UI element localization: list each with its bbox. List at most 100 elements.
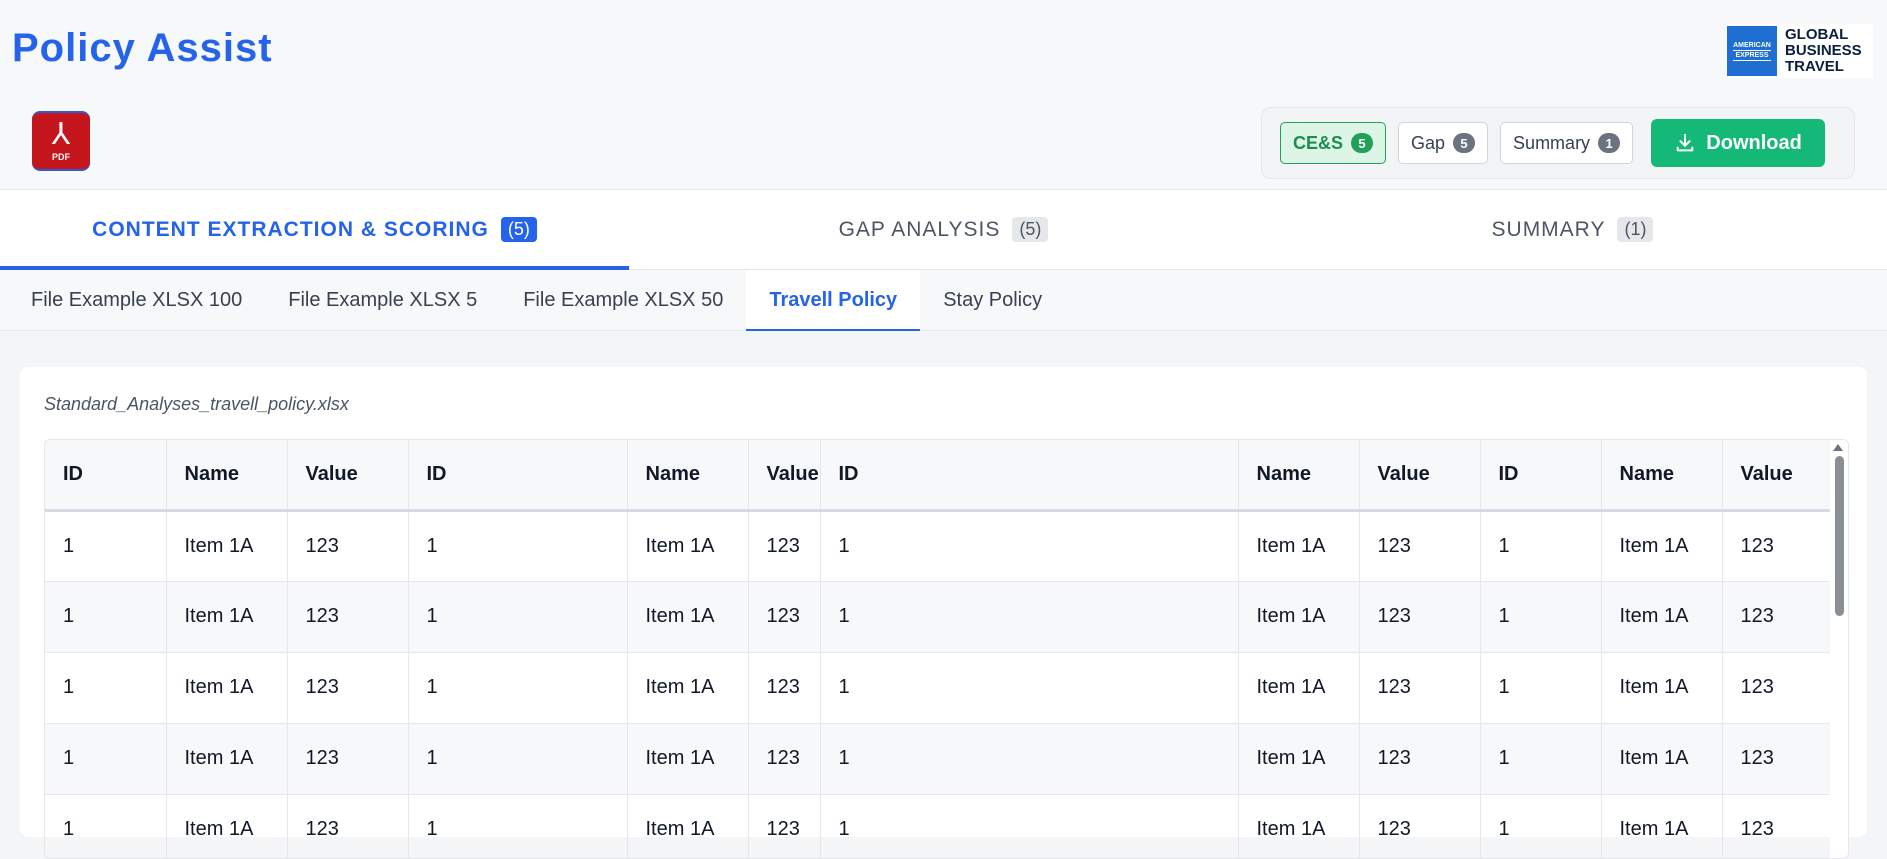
file-tab-xlsx-50[interactable]: File Example XLSX 50 — [500, 270, 746, 330]
table-cell: 123 — [287, 723, 409, 795]
table-cell: 123 — [1359, 652, 1481, 724]
file-name: Standard_Analyses_travell_policy.xlsx — [44, 394, 349, 414]
download-icon — [1676, 133, 1694, 152]
table-cell: Item 1A — [166, 794, 288, 858]
summary-filter-button[interactable]: Summary 1 — [1500, 122, 1634, 164]
scroll-up-arrow-icon[interactable] — [1833, 444, 1843, 451]
column-header[interactable]: Name — [627, 440, 749, 512]
table-cell: 123 — [287, 652, 409, 724]
table-cell: Item 1A — [627, 794, 749, 858]
acrobat-icon: ⅄ — [51, 117, 71, 152]
table-cell: 1 — [820, 581, 1239, 653]
table-cell: Item 1A — [166, 510, 288, 582]
table-cell: 1 — [1480, 794, 1602, 858]
column-header[interactable]: Value — [748, 440, 821, 512]
column-header[interactable]: Value — [1359, 440, 1481, 512]
data-table: ID Name Value ID Name Value ID Name Valu… — [45, 440, 1830, 858]
brand-line3: TRAVEL — [1785, 58, 1844, 75]
ces-filter-button[interactable]: CE&S 5 — [1280, 122, 1387, 164]
table-cell: Item 1A — [1238, 652, 1360, 724]
column-header[interactable]: ID — [820, 440, 1239, 512]
brand-line2: BUSINESS — [1785, 42, 1862, 59]
table-cell: Item 1A — [1238, 581, 1360, 653]
table-cell: 123 — [1359, 723, 1481, 795]
table-cell: Item 1A — [1238, 723, 1360, 795]
table-row[interactable]: 1 Item 1A 123 1 Item 1A 123 1 Item 1A 123 1 Item 1… — [45, 794, 1830, 858]
table-cell: Item 1A — [627, 723, 749, 795]
table-row[interactable]: 1 Item 1A 123 1 Item 1A 123 1 Item 1A 123 1 Item 1… — [45, 652, 1830, 724]
table-cell: 1 — [408, 581, 628, 653]
table-cell: 1 — [820, 510, 1239, 582]
table-body: 1 Item 1A 123 1 Item 1A 123 1 Item 1A 123 1 Item 1… — [45, 510, 1830, 858]
brand-logo: AMERICAN EXPRESS GLOBAL BUSINESS TRAVEL — [1727, 24, 1873, 78]
table-cell: 1 — [45, 652, 167, 724]
tab-label: CONTENT EXTRACTION & SCORING — [92, 217, 489, 241]
file-tab-stay-policy[interactable]: Stay Policy — [920, 270, 1065, 330]
download-button[interactable]: Download — [1651, 119, 1826, 167]
gap-count-badge: 5 — [1453, 133, 1476, 153]
table-cell: 123 — [1722, 652, 1830, 724]
table-cell: 123 — [748, 581, 821, 653]
table-cell: 1 — [1480, 652, 1602, 724]
column-header[interactable]: Value — [287, 440, 409, 512]
file-tab-xlsx-5[interactable]: File Example XLSX 5 — [265, 270, 500, 330]
table-cell: 1 — [408, 723, 628, 795]
table-cell: 1 — [820, 723, 1239, 795]
table-cell: 1 — [408, 794, 628, 858]
table-cell: 123 — [748, 723, 821, 795]
pdf-file-icon[interactable]: ⅄ PDF — [32, 111, 90, 171]
table-row[interactable]: 1 Item 1A 123 1 Item 1A 123 1 Item 1A 123 1 Item 1… — [45, 723, 1830, 795]
file-tab-xlsx-100[interactable]: File Example XLSX 100 — [8, 270, 265, 330]
table-cell: Item 1A — [1601, 510, 1723, 582]
download-label: Download — [1706, 131, 1802, 154]
table-cell: 123 — [1722, 581, 1830, 653]
table-cell: 123 — [1722, 723, 1830, 795]
scrollbar-thumb[interactable] — [1835, 456, 1844, 616]
table-cell: Item 1A — [1601, 794, 1723, 858]
content-card: Standard_Analyses_travell_policy.xlsx ID… — [20, 367, 1867, 859]
tab-content-extraction[interactable]: CONTENT EXTRACTION & SCORING (5) — [0, 190, 629, 270]
table-header-row: ID Name Value ID Name Value ID Name Valu… — [45, 440, 1830, 512]
action-panel: CE&S 5 Gap 5 Summary 1 Download — [1261, 107, 1855, 179]
table-cell: 123 — [748, 510, 821, 582]
table-cell: Item 1A — [166, 581, 288, 653]
tab-gap-analysis[interactable]: GAP ANALYSIS (5) — [629, 190, 1258, 269]
table-cell: 1 — [45, 723, 167, 795]
column-header[interactable]: Value — [1722, 440, 1830, 512]
tab-count-badge: (5) — [500, 217, 537, 242]
ces-count-badge: 5 — [1351, 133, 1374, 153]
table-cell: 1 — [45, 794, 167, 858]
table-cell: 1 — [1480, 510, 1602, 582]
file-tabs: File Example XLSX 100 File Example XLSX … — [0, 270, 1887, 331]
summary-count-badge: 1 — [1598, 133, 1621, 153]
table-cell: 123 — [1359, 510, 1481, 582]
table-row[interactable]: 1 Item 1A 123 1 Item 1A 123 1 Item 1A 123 1 Item 1… — [45, 581, 1830, 653]
vertical-scrollbar[interactable] — [1830, 440, 1848, 858]
table-row[interactable]: 1 Item 1A 123 1 Item 1A 123 1 Item 1A 123 1 Item 1… — [45, 510, 1830, 582]
table-cell: Item 1A — [166, 652, 288, 724]
column-header[interactable]: Name — [1601, 440, 1723, 512]
column-header[interactable]: ID — [408, 440, 628, 512]
summary-label: Summary — [1513, 132, 1591, 153]
table-cell: Item 1A — [1601, 723, 1723, 795]
column-header[interactable]: ID — [1480, 440, 1602, 512]
table-cell: 1 — [408, 652, 628, 724]
gap-filter-button[interactable]: Gap 5 — [1398, 122, 1489, 164]
column-header[interactable]: Name — [166, 440, 288, 512]
column-header[interactable]: ID — [45, 440, 167, 512]
brand-mark-line1: AMERICAN — [1733, 42, 1771, 49]
table-cell: 1 — [820, 794, 1239, 858]
table-cell: Item 1A — [627, 510, 749, 582]
tab-summary[interactable]: SUMMARY (1) — [1258, 190, 1887, 269]
table-cell: 123 — [748, 652, 821, 724]
app-title: Policy Assist — [12, 26, 273, 70]
gap-label: Gap — [1411, 132, 1446, 153]
table-cell: 123 — [1359, 581, 1481, 653]
pdf-icon-label: PDF — [52, 152, 70, 162]
column-header[interactable]: Name — [1238, 440, 1360, 512]
file-tab-travell-policy[interactable]: Travell Policy — [746, 270, 921, 331]
table-cell: 1 — [1480, 723, 1602, 795]
table-cell: 1 — [1480, 581, 1602, 653]
top-bar: Policy Assist AMERICAN EXPRESS GLOBAL BU… — [0, 0, 1887, 95]
data-table-container[interactable]: ID Name Value ID Name Value ID Name Valu… — [44, 439, 1849, 859]
